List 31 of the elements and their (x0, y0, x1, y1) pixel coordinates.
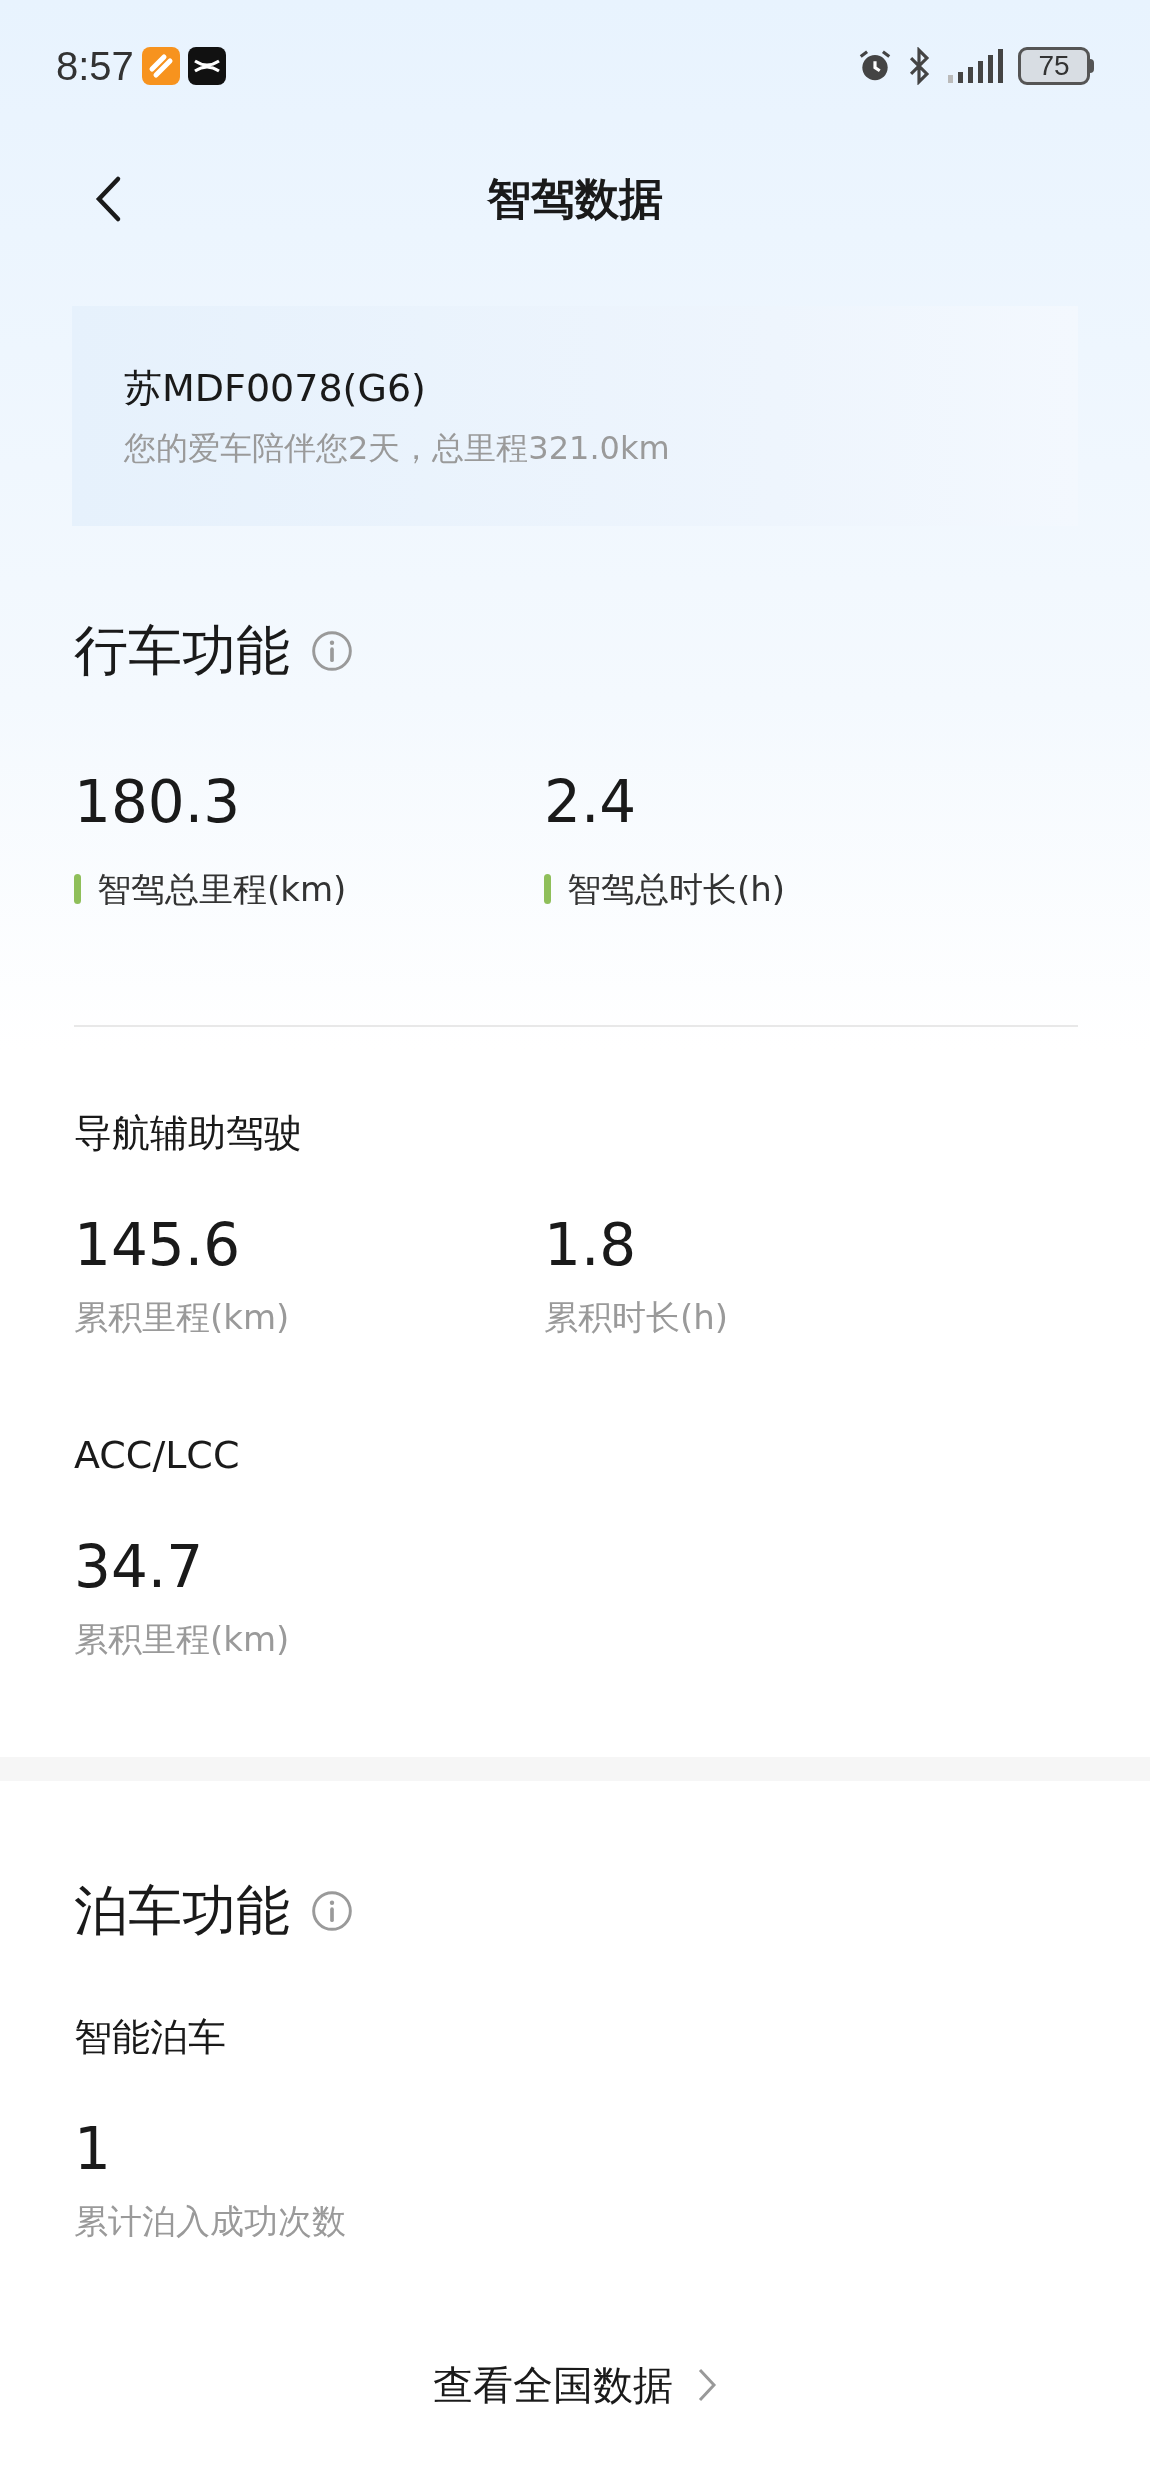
group-title: 导航辅助驾驶 (74, 1110, 303, 1157)
section-title: 行车功能 (74, 618, 290, 684)
metric-label: 智驾总时长(h) (567, 868, 786, 911)
metric-value: 1.8 (544, 1210, 638, 1281)
marker-bar (544, 874, 551, 904)
metric-value: 34.7 (74, 1532, 205, 1603)
metric-label: 累积里程(km) (74, 1296, 290, 1339)
group-title: ACC/LCC (74, 1432, 241, 1479)
status-time: 8:57 (56, 43, 134, 90)
metric-value: 180.3 (74, 767, 242, 838)
metric-label: 智驾总里程(km) (97, 868, 347, 911)
section-title: 泊车功能 (74, 1878, 290, 1944)
metric-label: 累积里程(km) (74, 1618, 290, 1661)
metric-label: 累计泊入成功次数 (74, 2200, 346, 2243)
metric-label: 累积时长(h) (544, 1296, 729, 1339)
chevron-right-icon (697, 2367, 717, 2403)
info-icon[interactable] (310, 629, 354, 673)
page-title: 智驾数据 (487, 172, 663, 226)
metric-value: 2.4 (544, 767, 638, 838)
info-icon[interactable] (310, 1889, 354, 1933)
metric-value: 1 (74, 2114, 112, 2185)
back-icon (94, 175, 122, 223)
marker-bar (74, 874, 81, 904)
national-data-link[interactable]: 查看全国数据 (433, 2355, 717, 2415)
battery-indicator: 75 (1018, 47, 1094, 85)
group-title: 智能泊车 (74, 2014, 227, 2061)
vehicle-summary: 您的爱车陪伴您2天，总里程321.0km (124, 428, 671, 469)
vehicle-name: 苏MDF0078(G6) (124, 365, 427, 412)
app-notification-icon (141, 47, 180, 85)
metric-value: 145.6 (74, 1210, 242, 1281)
app-notification-icon (187, 47, 226, 85)
